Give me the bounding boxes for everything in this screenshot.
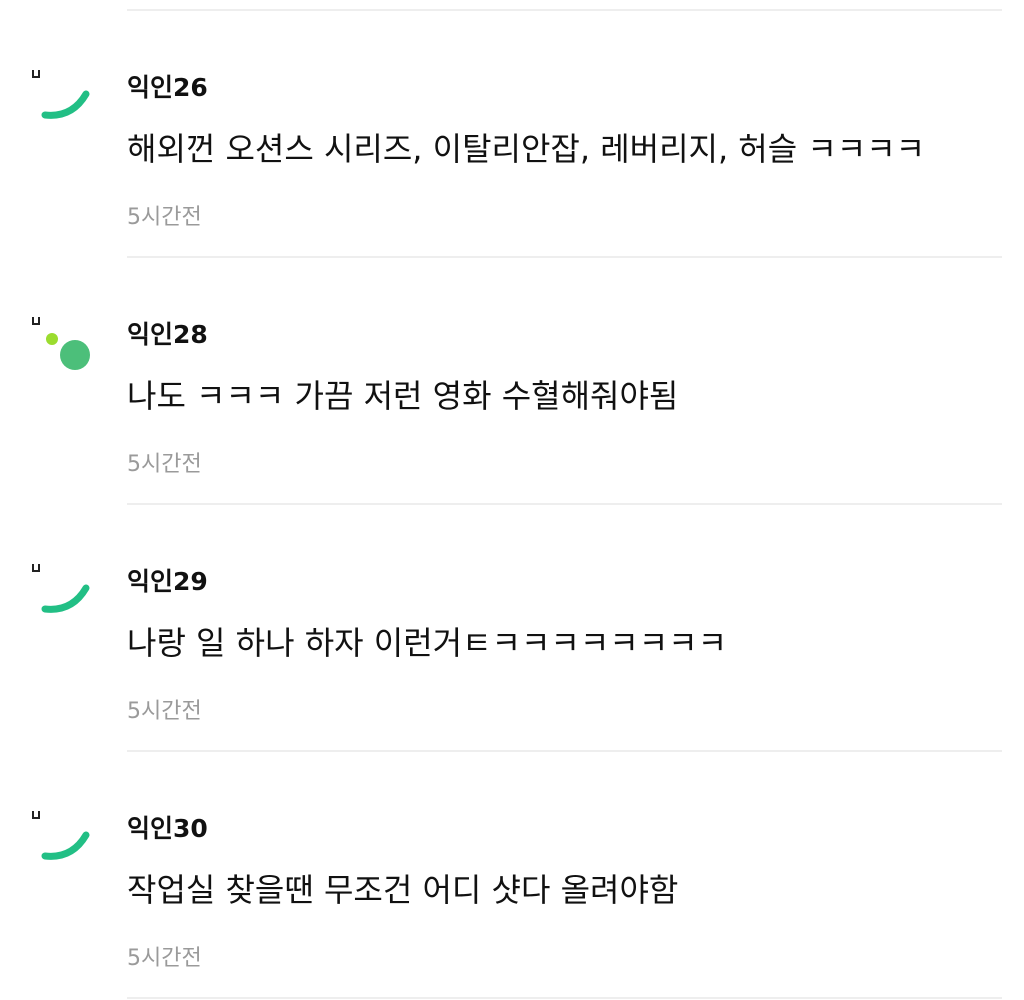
comment-author[interactable]: 익인28 [127, 317, 208, 353]
comment-author[interactable]: 익인26 [127, 70, 208, 106]
comment-time: 5시간전 [127, 699, 202, 724]
comment-author[interactable]: 익인29 [127, 564, 208, 600]
comment-item: 익인28 나도 ㅋㅋㅋ 가끔 저런 영화 수혈해줘야됨 5시간전 [0, 257, 1024, 503]
comment-author[interactable]: 익인30 [127, 811, 208, 847]
comment-time: 5시간전 [127, 205, 202, 230]
arc-avatar-icon[interactable] [30, 66, 100, 140]
comment-text: 나도 ㅋㅋㅋ 가끔 저런 영화 수혈해줘야됨 [127, 377, 679, 415]
divider [127, 997, 1002, 999]
arc-avatar-icon[interactable] [30, 807, 100, 881]
comment-item: 익인26 해외껀 오션스 시리즈, 이탈리안잡, 레버리지, 허슬 ㅋㅋㅋㅋ 5… [0, 10, 1024, 256]
arc-avatar-icon[interactable] [30, 560, 100, 634]
dots-avatar-icon[interactable] [30, 313, 100, 387]
comment-time: 5시간전 [127, 452, 202, 477]
comment-time: 5시간전 [127, 946, 202, 971]
comment-item: 익인29 나랑 일 하나 하자 이런거ㅌㅋㅋㅋㅋㅋㅋㅋㅋ 5시간전 [0, 504, 1024, 750]
comment-text: 나랑 일 하나 하자 이런거ㅌㅋㅋㅋㅋㅋㅋㅋㅋ [127, 624, 728, 662]
comment-text: 작업실 찾을땐 무조건 어디 샷다 올려야함 [127, 871, 679, 909]
comment-text: 해외껀 오션스 시리즈, 이탈리안잡, 레버리지, 허슬 ㅋㅋㅋㅋ [127, 130, 926, 168]
comment-item: 익인30 작업실 찾을땐 무조건 어디 샷다 올려야함 5시간전 [0, 751, 1024, 997]
